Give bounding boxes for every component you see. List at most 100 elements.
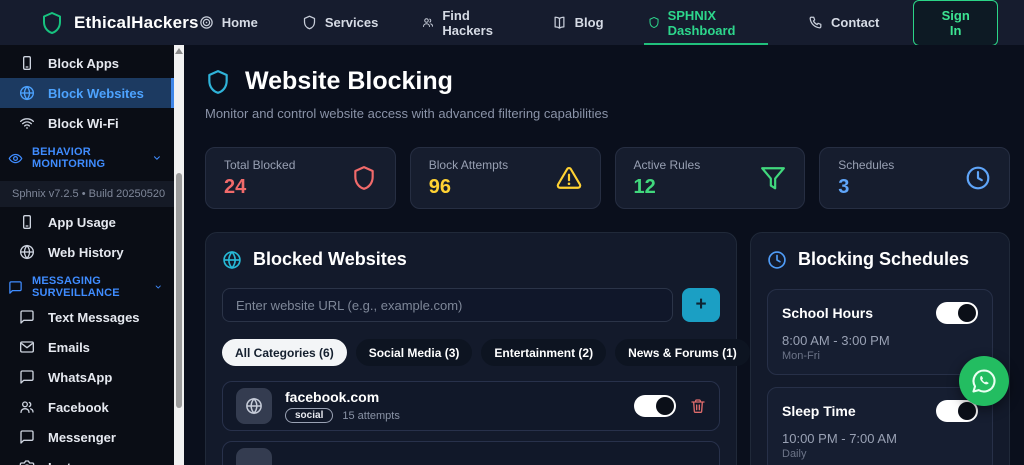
blocking-schedules-header: Blocking Schedules [767,249,993,270]
trash-icon [690,398,706,414]
top-navbar: EthicalHackers Home Services Find Hacker… [0,0,1024,45]
sidebar-item-app-usage[interactable]: App Usage [0,207,174,237]
nav-item-sphnix-dashboard[interactable]: SPHNIX Dashboard [648,0,764,45]
sign-in-button[interactable]: Sign In [913,0,998,46]
sidebar-item-block-wifi[interactable]: Block Wi-Fi [0,108,174,138]
sidebar: Block Apps Block Websites Block Wi-Fi BE… [0,45,184,465]
clock-icon [767,250,787,270]
nav-item-home[interactable]: Home [199,0,258,45]
filter-chip-social-media[interactable]: Social Media (3) [356,339,473,366]
sidebar-item-web-history[interactable]: Web History [0,237,174,267]
warning-icon [556,165,582,191]
camera-icon [19,459,35,465]
sidebar-item-label: Messenger [48,430,116,445]
sidebar-item-emails[interactable]: Emails [0,332,174,362]
nav-item-label: SPHNIX Dashboard [668,8,764,38]
schedule-days: Mon-Fri [782,350,978,362]
blocking-schedules-panel: Blocking Schedules School Hours 8:00 AM … [750,232,1010,465]
filter-chip-entertainment[interactable]: Entertainment (2) [481,339,606,366]
sidebar-item-instagram[interactable]: Instagram [0,452,174,465]
chat-icon [19,429,35,445]
scrollbar-up-arrow[interactable] [175,48,183,54]
schedule-time: 10:00 PM - 7:00 AM [782,431,978,446]
home-target-icon [199,15,214,30]
stat-label: Active Rules [634,158,701,172]
sidebar-item-label: Text Messages [48,310,140,325]
nav-item-blog[interactable]: Blog [552,0,604,45]
whatsapp-fab-button[interactable] [959,356,1009,406]
globe-icon [19,85,35,101]
schedule-name: Sleep Time [782,403,856,419]
delete-site-button[interactable] [690,398,706,414]
sidebar-item-label: Emails [48,340,90,355]
filter-chip-all-categories[interactable]: All Categories (6) [222,339,347,366]
sidebar-item-whatsapp[interactable]: WhatsApp [0,362,174,392]
page-title-text: Website Blocking [245,67,453,96]
funnel-icon [760,165,786,191]
schedule-toggle[interactable] [936,400,978,422]
sidebar-item-messenger[interactable]: Messenger [0,422,174,452]
sidebar-item-text-messages[interactable]: Text Messages [0,302,174,332]
toggle-knob [656,397,674,415]
site-avatar [236,448,272,465]
schedule-time: 8:00 AM - 3:00 PM [782,333,978,348]
sidebar-item-block-apps[interactable]: Block Apps [0,48,174,78]
nav-item-label: Home [222,15,258,30]
nav-item-services[interactable]: Services [302,0,379,45]
chat-icon [19,309,35,325]
stat-label: Schedules [838,158,894,172]
shield-icon [302,15,317,30]
sidebar-item-label: Instagram [48,460,110,465]
sidebar-section-messaging-surveillance[interactable]: MESSAGING SURVEILLANCE [0,272,174,302]
sidebar-item-facebook[interactable]: Facebook [0,392,174,422]
chevron-down-icon [154,281,162,293]
stat-card-total-blocked: Total Blocked 24 [205,147,396,209]
scrollbar-thumb[interactable] [176,173,182,408]
nav-item-find-hackers[interactable]: Find Hackers [422,0,507,45]
stat-value: 3 [838,176,894,199]
toggle-knob [958,402,976,420]
sidebar-section-label: MESSAGING SURVEILLANCE [32,275,145,299]
website-url-input[interactable] [222,288,673,322]
users-icon [19,399,35,415]
chevron-down-icon [152,152,162,164]
shield-icon [351,165,377,191]
attempts-count: 15 attempts [342,410,399,422]
chat-icon [8,280,23,295]
add-website-button[interactable]: + [682,288,720,322]
stat-value: 12 [634,176,701,199]
globe-icon [19,244,35,260]
brand-name: EthicalHackers [74,13,199,33]
nav-item-contact[interactable]: Contact [808,0,879,45]
nav-item-label: Blog [575,15,604,30]
sidebar-section-label: BEHAVIOR MONITORING [32,146,143,170]
schedule-card-sleep-time: Sleep Time 10:00 PM - 7:00 AM Daily [767,387,993,465]
sidebar-item-label: Block Apps [48,56,119,71]
schedule-name: School Hours [782,305,873,321]
sidebar-item-label: Block Wi-Fi [48,116,119,131]
users-icon [422,15,434,30]
brand-logo[interactable]: EthicalHackers [40,11,199,35]
nav-item-label: Contact [831,15,879,30]
mobile-icon [19,214,35,230]
site-domain: facebook.com [285,389,400,405]
panel-title: Blocking Schedules [798,249,969,270]
wifi-icon [19,115,35,131]
schedule-card-school-hours: School Hours 8:00 AM - 3:00 PM Mon-Fri [767,289,993,375]
filter-chip-news-forums[interactable]: News & Forums (1) [615,339,750,366]
sidebar-item-block-websites[interactable]: Block Websites [0,78,174,108]
sidebar-section-behavior-monitoring[interactable]: BEHAVIOR MONITORING [0,143,174,173]
add-website-row: + [222,288,720,322]
site-enabled-toggle[interactable] [634,395,676,417]
book-icon [552,15,567,30]
sidebar-scrollbar[interactable] [174,45,184,465]
stat-card-schedules: Schedules 3 [819,147,1010,209]
stat-label: Block Attempts [429,158,508,172]
stat-label: Total Blocked [224,158,295,172]
sidebar-item-label: Block Websites [48,86,144,101]
toggle-knob [958,304,976,322]
blocked-websites-panel: Blocked Websites + All Categories (6) So… [205,232,737,465]
whatsapp-icon [970,367,998,395]
sidebar-item-label: WhatsApp [48,370,112,385]
schedule-toggle[interactable] [936,302,978,324]
